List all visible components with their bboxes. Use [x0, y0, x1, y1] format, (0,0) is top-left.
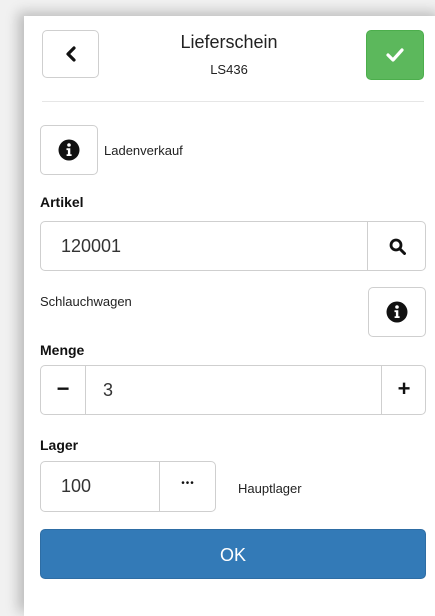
artikel-input-group: 120001 [40, 221, 426, 271]
menge-decrement-button[interactable]: − [41, 366, 86, 414]
lager-input-group: 100 ••• [40, 461, 216, 512]
info-icon [58, 139, 80, 161]
artikel-input[interactable]: 120001 [41, 222, 367, 270]
lager-browse-button[interactable]: ••• [159, 462, 216, 511]
artikel-description: Schlauchwagen [40, 294, 132, 309]
artikel-search-button[interactable] [367, 222, 426, 270]
customer-info-button[interactable] [40, 125, 98, 175]
confirm-button[interactable] [366, 30, 424, 80]
menge-input[interactable]: 3 [85, 366, 381, 414]
header-divider [42, 101, 424, 102]
customer-name: Ladenverkauf [104, 143, 183, 158]
lager-label: Lager [40, 437, 79, 453]
document-number: LS436 [210, 62, 248, 77]
chevron-left-icon [65, 46, 76, 62]
ok-button[interactable]: OK [40, 529, 426, 579]
search-icon [389, 238, 406, 255]
menge-label: Menge [40, 342, 85, 358]
artikel-label: Artikel [40, 194, 84, 210]
lieferschein-panel: Lieferschein LS436 Ladenverkauf Artikel … [24, 16, 435, 616]
info-icon [386, 301, 408, 323]
back-button[interactable] [42, 30, 99, 78]
check-icon [386, 48, 404, 62]
lager-name: Hauptlager [238, 481, 302, 496]
menge-increment-button[interactable]: + [381, 366, 426, 414]
menge-stepper: − 3 + [40, 365, 426, 415]
artikel-info-button[interactable] [368, 287, 426, 337]
page-title: Lieferschein [180, 32, 278, 52]
lager-input[interactable]: 100 [41, 462, 159, 511]
